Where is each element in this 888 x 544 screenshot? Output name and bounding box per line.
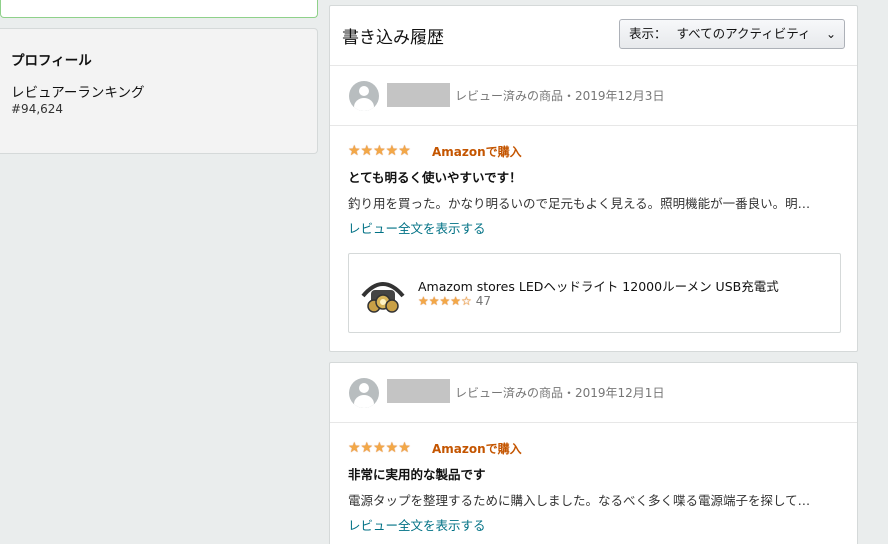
star-rating: ★★★★★ [348, 143, 411, 159]
star-rating: ★★★★★ [348, 440, 411, 456]
show-full-review-link[interactable]: レビュー全文を表示する [348, 515, 486, 534]
product-rating: ★★★★☆ 47 [418, 294, 491, 308]
search-input-box[interactable] [0, 0, 318, 18]
review-body: 電源タップを整理するために購入しました。なるべく多く喋る電源端子を探して… [348, 493, 811, 508]
reviewer-ranking-label: レビュアーランキング [11, 85, 145, 101]
history-title: 書き込み履歴 [342, 28, 444, 48]
star-icon: ★★★★☆ [418, 294, 472, 308]
reviewer-ranking-value: #94,624 [11, 102, 64, 116]
product-name[interactable]: Amazom stores LEDヘッドライト 12000ルーメン USB充電式 [418, 276, 779, 295]
product-card[interactable]: Amazom stores LEDヘッドライト 12000ルーメン USB充電式… [348, 253, 841, 333]
review-header: レビュー済みの商品・2019年12月1日 [330, 363, 857, 423]
user-avatar-icon[interactable] [349, 81, 379, 111]
review-card: レビュー済みの商品・2019年12月1日 ★★★★★ Amazonで購入 非常に… [329, 362, 858, 544]
reviewer-name[interactable] [387, 83, 450, 107]
profile-title: プロフィール [11, 53, 92, 69]
review-meta: レビュー済みの商品・2019年12月1日 [455, 386, 665, 400]
review-meta: レビュー済みの商品・2019年12月3日 [455, 89, 665, 103]
profile-panel: プロフィール レビュアーランキング #94,624 [0, 28, 318, 154]
show-full-review-link[interactable]: レビュー全文を表示する [348, 218, 486, 237]
review-body: 釣り用を買った。かなり明るいので足元もよく見える。照明機能が一番良い。明… [348, 196, 811, 211]
review-title: とても明るく使いやすいです！ [348, 170, 522, 185]
user-avatar-icon[interactable] [349, 378, 379, 408]
filter-value: すべてのアクティビティ [676, 26, 811, 41]
activity-history-card: 書き込み履歴 表示： すべてのアクティビティ ⌄ レビュー済みの商品・2019年… [329, 5, 858, 352]
review-header: レビュー済みの商品・2019年12月3日 [330, 66, 857, 126]
chevron-down-icon: ⌄ [825, 27, 836, 41]
history-header: 書き込み履歴 表示： すべてのアクティビティ ⌄ [330, 6, 857, 66]
activity-filter-dropdown[interactable]: 表示： すべてのアクティビティ ⌄ [619, 19, 845, 49]
verified-purchase-badge: Amazonで購入 [432, 442, 522, 456]
filter-label: 表示： [629, 26, 667, 41]
reviewer-name[interactable] [387, 379, 450, 403]
review-title: 非常に実用的な製品です [348, 467, 486, 482]
product-image[interactable] [359, 272, 407, 316]
rating-count[interactable]: 47 [476, 294, 491, 308]
verified-purchase-badge: Amazonで購入 [432, 145, 522, 159]
